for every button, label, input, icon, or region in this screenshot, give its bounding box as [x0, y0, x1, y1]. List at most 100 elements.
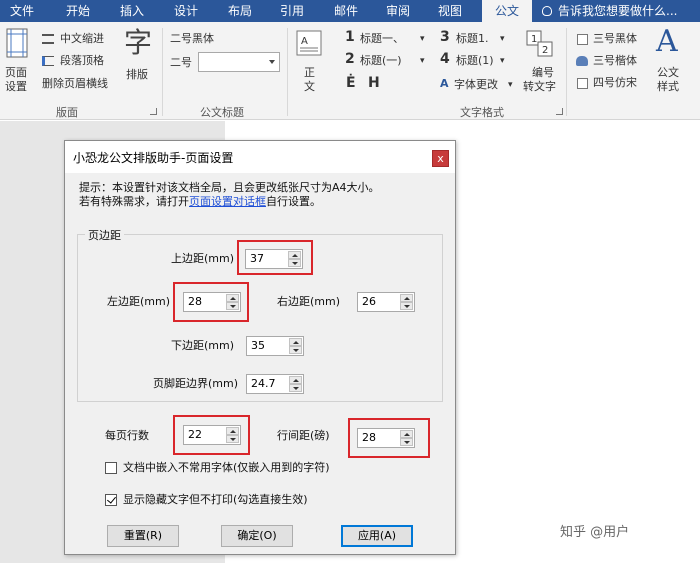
reset-button[interactable]: 重置(R): [107, 525, 179, 547]
chinese-indent-button[interactable]: 中文缩进: [60, 32, 104, 46]
tab-design[interactable]: 设计: [164, 0, 208, 22]
spin-down-icon[interactable]: [226, 302, 239, 310]
indent-icon: [42, 34, 54, 44]
title-font-label: 二号黑体: [170, 32, 214, 45]
right-margin-input[interactable]: 26: [357, 292, 415, 312]
paragraph-grid-button[interactable]: 段落顶格: [60, 54, 104, 68]
group-separator: [287, 28, 288, 116]
spin-up-icon[interactable]: [289, 376, 302, 384]
lines-per-page-input[interactable]: 22: [183, 425, 241, 445]
font-change-icon: A: [440, 77, 449, 90]
bottom-margin-label: 下边距(mm): [171, 339, 235, 352]
spin-up-icon[interactable]: [288, 251, 301, 259]
body-text-icon: A: [296, 30, 322, 56]
spin-down-icon[interactable]: [400, 302, 413, 310]
e-mark-icon[interactable]: Ė: [346, 76, 356, 90]
tab-layout[interactable]: 布局: [218, 0, 262, 22]
ok-button[interactable]: 确定(O): [221, 525, 293, 547]
left-margin-input[interactable]: 28: [183, 292, 241, 312]
spin-down-icon[interactable]: [289, 346, 302, 354]
page-setup-button[interactable]: 页面: [5, 66, 27, 80]
spin-down-icon[interactable]: [226, 435, 239, 443]
chevron-down-icon[interactable]: ▾: [420, 32, 425, 46]
embed-fonts-label[interactable]: 文档中嵌入不常用字体(仅嵌入用到的字符): [123, 461, 330, 475]
body-text-button-line2[interactable]: 文: [304, 80, 315, 94]
tab-mailings[interactable]: 邮件: [324, 0, 368, 22]
group-separator: [566, 28, 567, 116]
chevron-down-icon[interactable]: ▾: [500, 32, 505, 46]
tab-view[interactable]: 视图: [428, 0, 472, 22]
heading3-number: 3: [440, 29, 450, 45]
group-launcher-icon[interactable]: [150, 108, 157, 115]
font4-fangsong-button[interactable]: 四号仿宋: [593, 76, 637, 90]
h-mark-icon[interactable]: H: [368, 76, 380, 90]
style-button-line2[interactable]: 样式: [657, 80, 679, 94]
footer-distance-input[interactable]: 24.7: [246, 374, 304, 394]
remove-header-line-button[interactable]: 删除页眉横线: [42, 77, 108, 91]
font3-hei-button[interactable]: 三号黑体: [593, 32, 637, 46]
group-format-label: 文字格式: [460, 106, 504, 119]
spin-up-icon[interactable]: [226, 427, 239, 435]
document-icon: [577, 78, 588, 89]
tell-me-box[interactable]: 告诉我您想要做什么...: [542, 0, 677, 22]
chevron-down-icon[interactable]: ▾: [508, 78, 513, 92]
apply-button[interactable]: 应用(A): [341, 525, 413, 547]
numbering-to-text-button[interactable]: 编号: [532, 66, 554, 80]
title-size-label: 二号: [170, 56, 192, 69]
numbering-to-text-button-line2[interactable]: 转文字: [523, 80, 556, 94]
tab-home[interactable]: 开始: [56, 0, 100, 22]
show-hidden-text-checkbox[interactable]: [105, 494, 117, 506]
tab-insert[interactable]: 插入: [110, 0, 154, 22]
hint-line-1: 提示：本设置针对该文档全局，且会更改纸张尺寸为A4大小。: [79, 181, 380, 194]
style-button[interactable]: 公文: [657, 66, 679, 80]
spin-down-icon[interactable]: [289, 384, 302, 392]
ribbon-tab-bar: 文件 开始 插入 设计 布局 引用 邮件 审阅 视图 公文 告诉我您想要做什么.…: [0, 0, 700, 22]
footer-distance-label: 页脚距边界(mm): [153, 377, 239, 390]
heading4-number: 4: [440, 51, 450, 67]
heading2-button[interactable]: 标题(一): [360, 54, 402, 68]
tab-review[interactable]: 审阅: [376, 0, 420, 22]
spin-up-icon[interactable]: [226, 294, 239, 302]
chevron-down-icon: [269, 60, 275, 64]
embed-fonts-checkbox[interactable]: [105, 462, 117, 474]
page-setup-icon: [6, 28, 28, 58]
left-margin-label: 左边距(mm): [107, 295, 171, 308]
line-spacing-input[interactable]: 28: [357, 428, 415, 448]
heading2-number: 2: [345, 51, 355, 67]
page-setup-dialog: 小恐龙公文排版助手-页面设置 x 提示：本设置针对该文档全局，且会更改纸张尺寸为…: [64, 140, 456, 555]
tab-references[interactable]: 引用: [270, 0, 314, 22]
heading4-button[interactable]: 标题(1): [456, 54, 494, 68]
typeset-button[interactable]: 排版: [126, 68, 148, 82]
font3-kai-button[interactable]: 三号楷体: [593, 54, 637, 68]
close-icon[interactable]: x: [432, 150, 449, 167]
body-text-button[interactable]: 正: [304, 66, 315, 80]
page-setup-button-line2[interactable]: 设置: [5, 80, 27, 94]
spin-down-icon[interactable]: [400, 438, 413, 446]
bottom-margin-input[interactable]: 35: [246, 336, 304, 356]
svg-text:1: 1: [531, 34, 537, 45]
heading1-button[interactable]: 标题一、: [360, 32, 404, 46]
show-hidden-text-label[interactable]: 显示隐藏文字但不打印(勾选直接生效): [123, 493, 308, 507]
line-spacing-label: 行间距(磅): [277, 429, 330, 442]
chevron-down-icon[interactable]: ▾: [500, 54, 505, 68]
svg-text:A: A: [301, 36, 308, 47]
spin-down-icon[interactable]: [288, 259, 301, 267]
tab-file[interactable]: 文件: [0, 0, 44, 22]
tab-gongwen[interactable]: 公文: [482, 0, 532, 22]
dialog-title: 小恐龙公文排版助手-页面设置: [73, 151, 234, 165]
typeset-icon: 字: [124, 26, 153, 59]
page-setup-dialog-link[interactable]: 页面设置对话框: [189, 195, 266, 208]
spin-up-icon[interactable]: [400, 430, 413, 438]
heading3-button[interactable]: 标题1.: [456, 32, 489, 46]
font-change-button[interactable]: 字体更改: [454, 78, 498, 92]
dialog-titlebar[interactable]: 小恐龙公文排版助手-页面设置 x: [65, 141, 455, 173]
spin-up-icon[interactable]: [289, 338, 302, 346]
top-margin-input[interactable]: 37: [245, 249, 303, 269]
group-title-label: 公文标题: [200, 106, 244, 119]
chevron-down-icon[interactable]: ▾: [420, 54, 425, 68]
group-launcher-icon[interactable]: [556, 108, 563, 115]
right-margin-label: 右边距(mm): [277, 295, 341, 308]
title-size-select[interactable]: [198, 52, 280, 72]
spin-up-icon[interactable]: [400, 294, 413, 302]
paragraph-grid-icon: [42, 56, 54, 66]
